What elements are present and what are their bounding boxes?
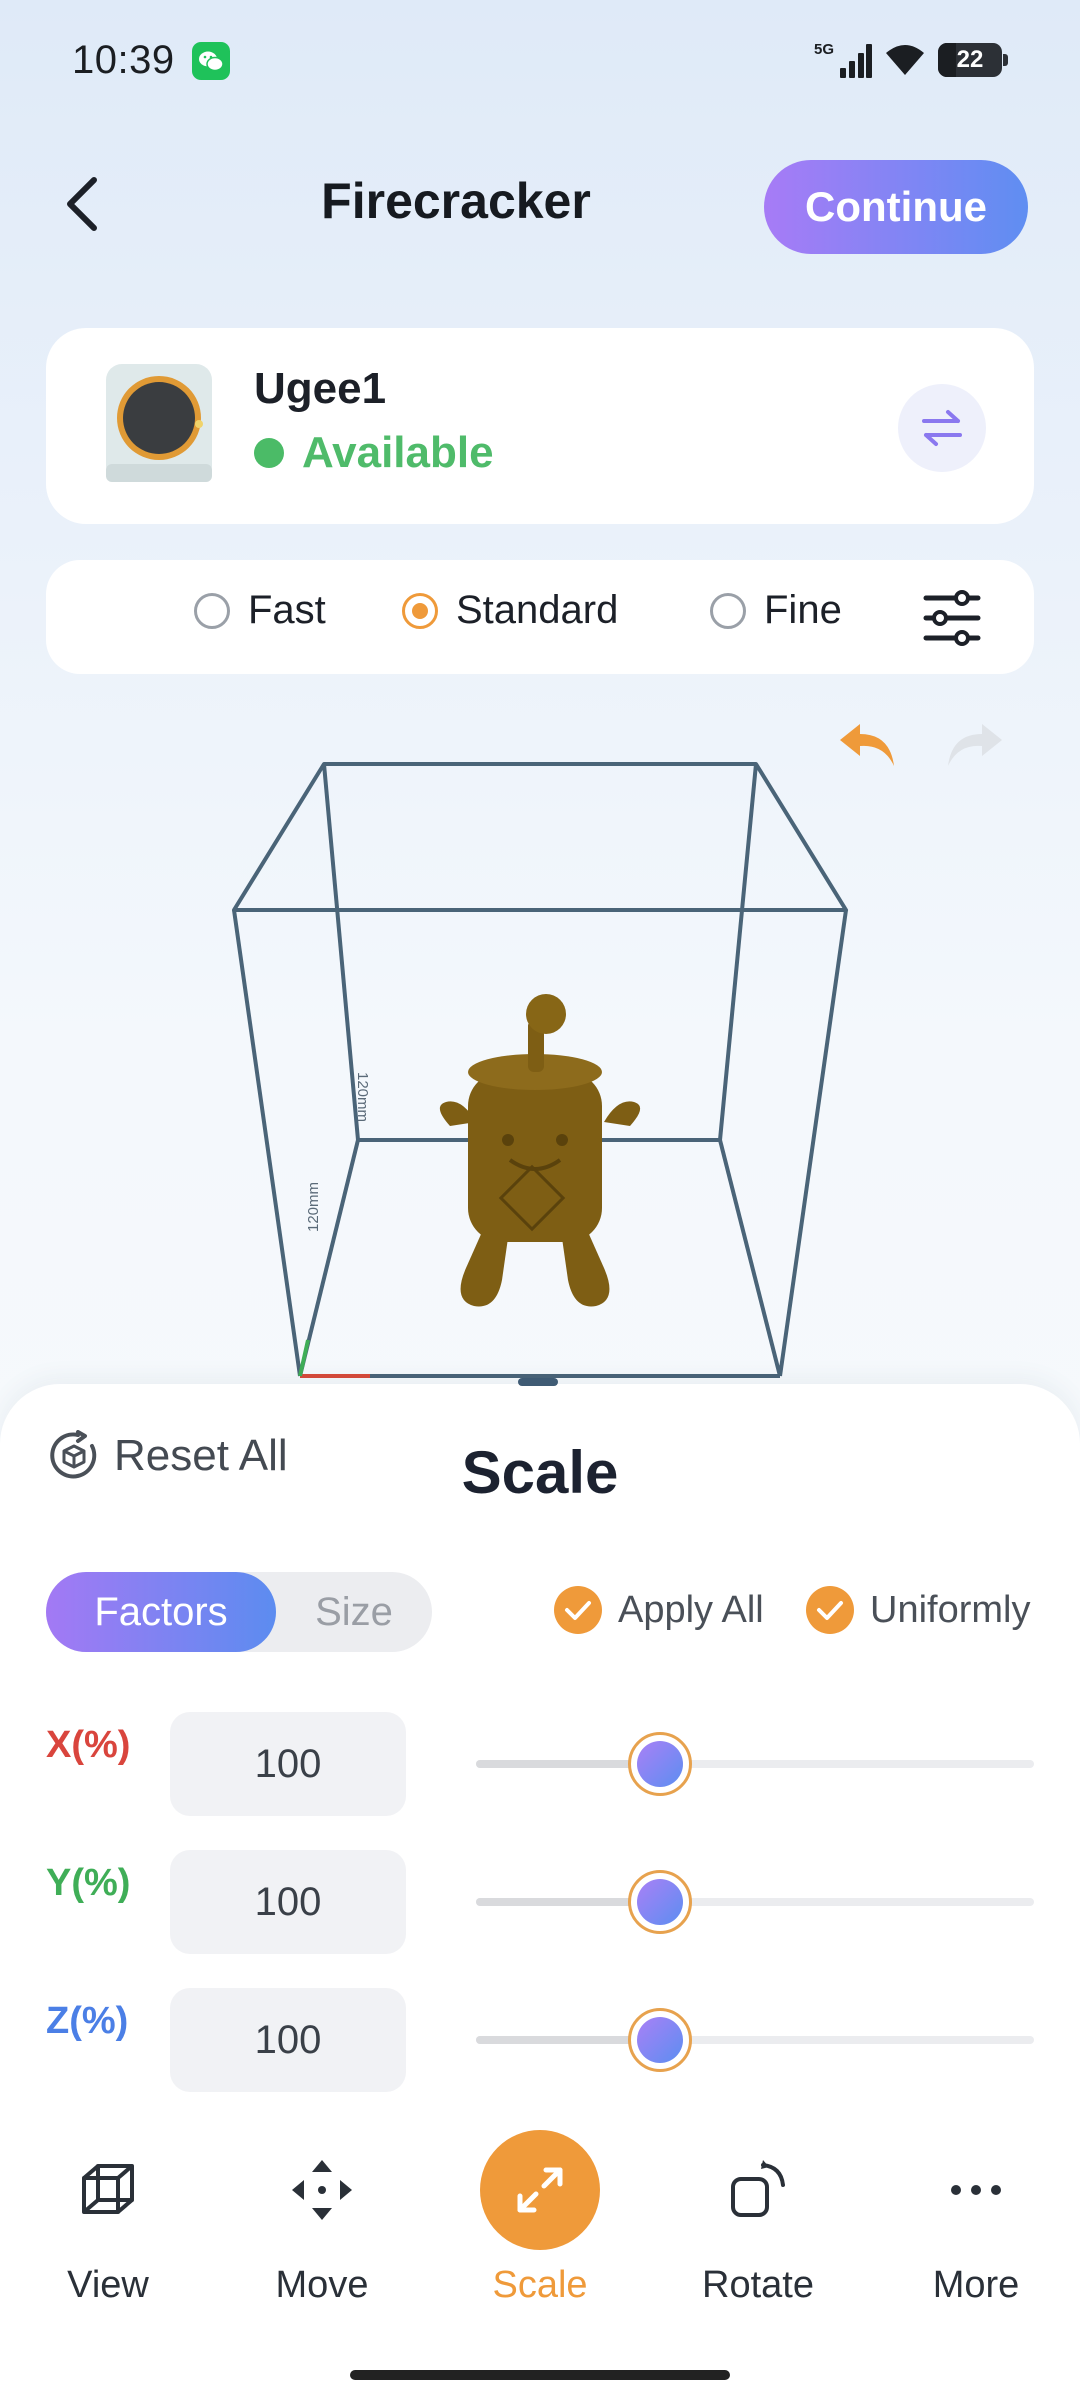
panel-title: Scale: [461, 1439, 619, 1506]
nav-more[interactable]: More: [868, 2130, 1080, 2330]
printer-card[interactable]: Ugee1 Available: [46, 328, 1034, 524]
axis-label-x: X(%): [46, 1724, 131, 1766]
z-scale-slider[interactable]: [476, 2008, 1034, 2072]
cube-icon: [48, 2130, 168, 2250]
apply-all-checkbox[interactable]: Apply All: [554, 1586, 764, 1634]
printer-image: [102, 360, 216, 490]
check-icon: [806, 1586, 854, 1634]
cellular-signal-icon: 5G: [814, 41, 872, 78]
x-scale-slider[interactable]: [476, 1732, 1034, 1796]
axis-label-z: Z(%): [46, 2000, 129, 2042]
quality-option-fine[interactable]: Fine: [710, 588, 842, 633]
nav-view[interactable]: View: [0, 2130, 216, 2330]
nav-move[interactable]: Move: [214, 2130, 430, 2330]
dimension-label-depth: 120mm: [305, 1182, 322, 1232]
status-dot: [254, 438, 284, 468]
nav-rotate[interactable]: Rotate: [650, 2130, 866, 2330]
radio-icon: [710, 592, 746, 629]
battery-icon: 22: [938, 43, 1008, 77]
wifi-icon: [886, 45, 924, 75]
settings-sliders-button[interactable]: [922, 590, 982, 646]
check-icon: [554, 1586, 602, 1634]
quality-option-fast[interactable]: Fast: [194, 588, 326, 633]
status-label: Available: [302, 428, 494, 477]
switch-printer-button[interactable]: [898, 384, 986, 472]
tab-factors[interactable]: Factors: [46, 1572, 276, 1652]
rotate-icon: [698, 2130, 818, 2250]
quality-option-standard[interactable]: Standard: [402, 588, 618, 633]
y-scale-input[interactable]: 100: [170, 1850, 406, 1954]
y-scale-slider[interactable]: [476, 1870, 1034, 1934]
axis-label-y: Y(%): [46, 1862, 131, 1904]
battery-level: 22: [956, 46, 984, 73]
slider-thumb[interactable]: [628, 1870, 692, 1934]
home-indicator[interactable]: [350, 2370, 730, 2380]
slider-thumb[interactable]: [628, 1732, 692, 1796]
status-icons: 5G 22: [814, 36, 1008, 84]
sliders-icon: [923, 590, 981, 646]
slider-thumb[interactable]: [628, 2008, 692, 2072]
uniformly-checkbox[interactable]: Uniformly: [806, 1586, 1030, 1634]
dimension-label-height: 120mm: [354, 1072, 371, 1122]
mode-toggle: Factors Size: [46, 1572, 432, 1652]
x-scale-input[interactable]: 100: [170, 1712, 406, 1816]
expand-icon: [480, 2130, 600, 2250]
move-arrows-icon: [262, 2130, 382, 2250]
3d-viewport[interactable]: 120mm 120mm: [0, 700, 1080, 1400]
sheet-handle[interactable]: [518, 1378, 558, 1386]
quality-selector: Fast Standard Fine: [46, 560, 1034, 674]
tab-size[interactable]: Size: [276, 1572, 432, 1652]
swap-arrows-icon: [922, 410, 962, 446]
more-dots-icon: [916, 2130, 1036, 2250]
printer-name: Ugee1: [254, 364, 387, 413]
printer-status: Available: [254, 428, 494, 478]
wechat-icon: [192, 42, 230, 80]
radio-icon: [194, 592, 230, 629]
status-time: 10:39: [72, 38, 175, 82]
continue-button[interactable]: Continue: [764, 160, 1028, 254]
network-type: 5G: [814, 41, 834, 58]
radio-selected-icon: [402, 592, 438, 629]
firecracker-model: [439, 994, 641, 1307]
z-scale-input[interactable]: 100: [170, 1988, 406, 2092]
nav-scale[interactable]: Scale: [432, 2130, 648, 2330]
